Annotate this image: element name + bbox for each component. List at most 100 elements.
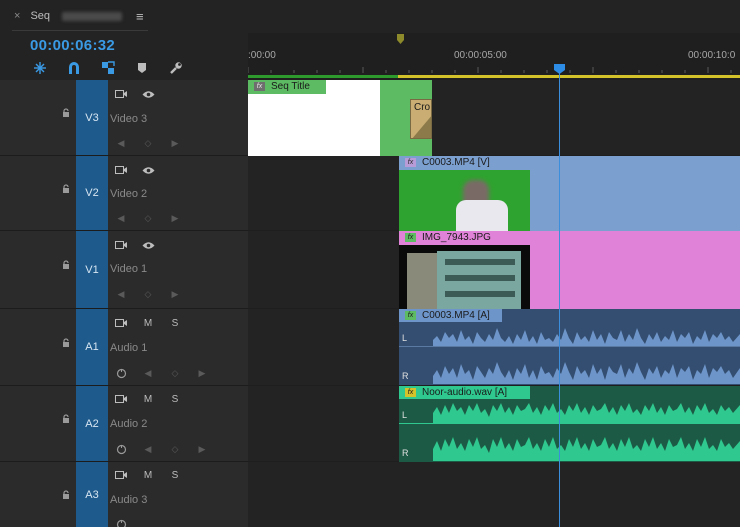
solo-track-button[interactable]: S	[168, 317, 182, 329]
clip-label-row: fx Noor-audio.wav [A]	[399, 386, 530, 399]
transition-wedge-icon	[412, 116, 431, 138]
add-keyframe-icon[interactable]: ◇	[141, 212, 155, 224]
next-keyframe-icon[interactable]: ▶	[168, 288, 182, 300]
lock-icon[interactable]	[61, 108, 71, 118]
solo-track-button[interactable]: S	[168, 469, 182, 481]
lock-icon[interactable]	[61, 338, 71, 348]
track-id: A1	[85, 341, 99, 353]
lane-a3[interactable]	[248, 462, 740, 527]
render-bar-yellow	[468, 75, 740, 78]
fx-badge-icon: fx	[254, 82, 265, 91]
snap-magnet-icon[interactable]	[66, 60, 82, 76]
lock-icon[interactable]	[61, 490, 71, 500]
sequence-name-redacted	[62, 11, 123, 21]
audio-waveform	[433, 328, 740, 384]
render-bar-yellow	[398, 75, 468, 78]
clip-cross-transition[interactable]: Cro	[410, 99, 432, 139]
ruler-label: :00:00	[248, 50, 276, 61]
tab-underline	[12, 30, 148, 31]
track-id: V1	[85, 263, 99, 276]
track-id: A3	[85, 488, 99, 501]
eye-icon[interactable]	[141, 164, 155, 176]
sequence-marker-icon[interactable]	[397, 34, 404, 44]
prev-keyframe-icon[interactable]: ◀	[141, 443, 155, 455]
solo-track-button[interactable]: S	[168, 393, 182, 405]
eye-icon[interactable]	[141, 88, 155, 100]
ruler-label: 00:00:10:0	[688, 50, 736, 61]
track-name: Audio 2	[110, 418, 148, 430]
timeline-settings-wrench-icon[interactable]	[168, 60, 184, 76]
toggle-sync-lock-icon[interactable]	[114, 317, 128, 329]
mute-track-button[interactable]: M	[141, 469, 155, 481]
mute-track-button[interactable]: M	[141, 393, 155, 405]
clip-label: Noor-audio.wav [A]	[422, 387, 508, 398]
toggle-sync-lock-icon[interactable]	[114, 469, 128, 481]
render-bar-green	[248, 75, 398, 78]
lock-icon[interactable]	[61, 414, 71, 424]
close-tab-icon[interactable]: ×	[14, 10, 20, 22]
eye-icon[interactable]	[141, 239, 155, 251]
prev-keyframe-icon[interactable]: ◀	[141, 367, 155, 379]
clip-label-row: fx C0003.MP4 [A]	[399, 309, 502, 322]
track-name: Video 2	[110, 188, 148, 200]
toggle-sync-lock-icon[interactable]	[114, 88, 128, 100]
track-header-a2: A2 M S Audio 2 ◀ ◇ ▶	[0, 386, 248, 462]
toggle-sync-lock-icon[interactable]	[114, 239, 128, 251]
add-keyframe-icon[interactable]: ◇	[168, 443, 182, 455]
prev-keyframe-icon[interactable]: ◀	[114, 212, 128, 224]
ruler-label: 00:00:05:00	[454, 50, 507, 61]
next-keyframe-icon[interactable]: ▶	[195, 367, 209, 379]
timeline-toolbar	[30, 60, 190, 76]
lock-icon[interactable]	[61, 184, 71, 194]
playhead-line[interactable]	[559, 72, 560, 527]
mute-track-button[interactable]: M	[141, 317, 155, 329]
add-keyframe-icon[interactable]: ◇	[141, 137, 155, 149]
lock-icon[interactable]	[61, 260, 71, 270]
fx-badge-icon: fx	[405, 158, 416, 167]
add-keyframe-icon[interactable]: ◇	[168, 367, 182, 379]
volume-knob-icon[interactable]	[114, 367, 128, 379]
audio-waveform	[433, 403, 740, 461]
track-header-a3: A3 M S Audio 3	[0, 462, 248, 527]
linked-selection-icon[interactable]	[100, 60, 116, 76]
prev-keyframe-icon[interactable]: ◀	[114, 137, 128, 149]
prev-keyframe-icon[interactable]: ◀	[114, 288, 128, 300]
track-id: V3	[85, 111, 99, 124]
time-ruler[interactable]: :00:00 00:00:05:00 00:00:10:0	[248, 33, 740, 80]
fx-badge-icon: fx	[405, 311, 416, 320]
clip-label-row: fx IMG_7943.JPG	[399, 231, 530, 244]
volume-knob-icon[interactable]	[114, 443, 128, 455]
panel-menu-icon[interactable]: ≡	[136, 9, 144, 24]
clip-c0003-audio[interactable]: fx C0003.MP4 [A] L R	[399, 309, 740, 385]
track-name: Video 1	[110, 263, 148, 275]
clip-label-row: fx C0003.MP4 [V]	[399, 156, 530, 169]
clip-c0003-video[interactable]: fx C0003.MP4 [V]	[399, 156, 740, 231]
add-keyframe-icon[interactable]: ◇	[141, 288, 155, 300]
clip-seq-title[interactable]: fx Seq Title	[248, 80, 380, 156]
sequence-tab[interactable]: × Seq ≡	[14, 6, 144, 26]
add-marker-icon[interactable]	[134, 60, 150, 76]
next-keyframe-icon[interactable]: ▶	[168, 137, 182, 149]
next-keyframe-icon[interactable]: ▶	[168, 212, 182, 224]
timeline-lanes[interactable]: fx Seq Title Cro fx C0003.MP4 [V] fx IMG…	[248, 80, 740, 527]
clip-noor-audio[interactable]: fx Noor-audio.wav [A] L R	[399, 386, 740, 462]
sequence-tab-label: Seq	[30, 10, 51, 22]
clip-label: C0003.MP4 [A]	[422, 310, 490, 321]
fx-badge-icon: fx	[405, 388, 416, 397]
track-name: Audio 3	[110, 494, 148, 506]
track-header-v2: V2 Video 2 ◀ ◇ ▶	[0, 156, 248, 231]
nest-sequence-icon[interactable]	[32, 60, 48, 76]
playhead-timecode[interactable]: 00:00:06:32	[30, 37, 115, 54]
toggle-sync-lock-icon[interactable]	[114, 393, 128, 405]
next-keyframe-icon[interactable]: ▶	[195, 443, 209, 455]
track-id: V2	[85, 187, 99, 199]
clip-img-7943[interactable]: fx IMG_7943.JPG	[399, 231, 740, 309]
clip-label: IMG_7943.JPG	[422, 232, 491, 243]
track-name: Video 3	[110, 113, 148, 125]
clip-label: C0003.MP4 [V]	[422, 157, 490, 168]
volume-knob-icon[interactable]	[114, 518, 128, 527]
ruler-ticks	[248, 67, 732, 73]
toggle-sync-lock-icon[interactable]	[114, 164, 128, 176]
clip-label: Seq Title	[271, 81, 310, 92]
track-name: Audio 1	[110, 342, 148, 354]
